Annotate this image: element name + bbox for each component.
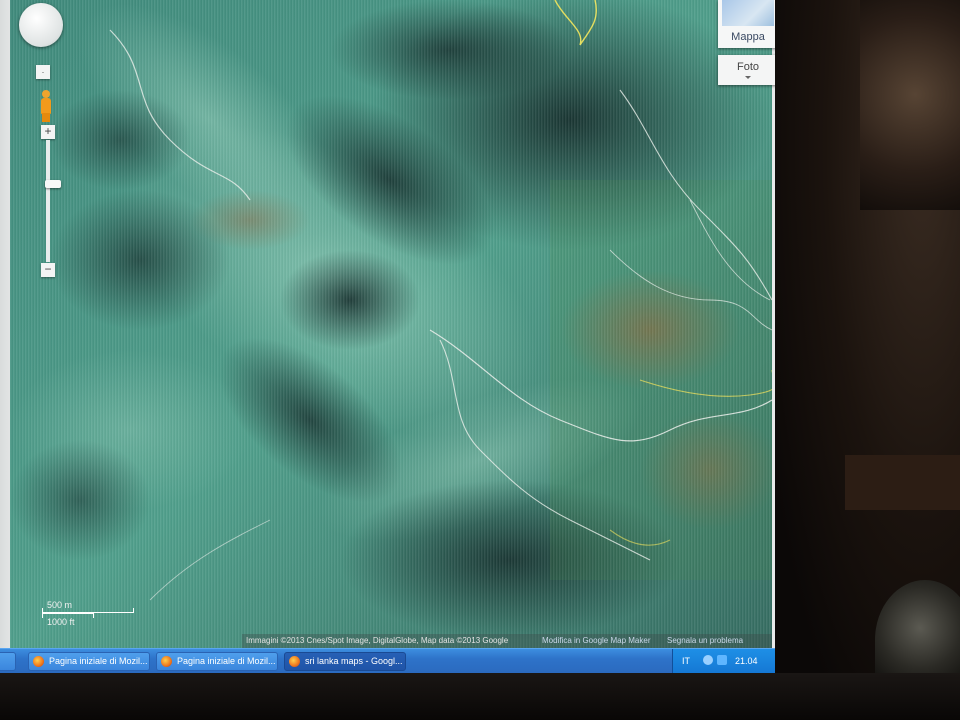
- satellite-map[interactable]: [10, 0, 772, 648]
- report-problem-link[interactable]: Segnala un problema: [667, 636, 743, 645]
- network-icon[interactable]: [703, 655, 713, 665]
- monitor-bezel: [0, 673, 960, 720]
- scale-imperial-label: 1000 ft: [47, 617, 75, 627]
- map-type-map-button[interactable]: Mappa: [718, 0, 775, 48]
- map-maker-link[interactable]: Modifica in Google Map Maker: [542, 636, 651, 645]
- map-type-map-label: Mappa: [731, 31, 765, 43]
- volume-icon[interactable]: [717, 655, 727, 665]
- zoom-out-button[interactable]: −: [41, 263, 55, 277]
- zoom-slider[interactable]: + −: [41, 125, 61, 277]
- taskbar-item-label: Pagina iniziale di Mozil...: [49, 656, 148, 666]
- pegman-street-view-icon[interactable]: [39, 90, 53, 122]
- clock[interactable]: 21.04: [735, 656, 758, 666]
- map-type-photo-label: Foto: [736, 61, 759, 73]
- taskbar-item-firefox[interactable]: Pagina iniziale di Mozil...: [28, 652, 150, 671]
- picture-frame: [860, 0, 960, 210]
- map-attribution: Immagini ©2013 Cnes/Spot Image, DigitalG…: [242, 634, 772, 648]
- taskbar-item-label: sri lanka maps - Googl...: [305, 656, 403, 666]
- map-type-photo-button[interactable]: Foto: [718, 55, 775, 85]
- zoom-track[interactable]: [45, 140, 61, 262]
- language-indicator[interactable]: IT: [682, 656, 690, 666]
- pan-up-icon[interactable]: [36, 5, 46, 15]
- rotate-control[interactable]: ·: [36, 65, 50, 79]
- imagery-credit: Immagini ©2013 Cnes/Spot Image, DigitalG…: [246, 636, 509, 645]
- taskbar-item[interactable]: [0, 652, 16, 671]
- firefox-icon: [33, 656, 44, 667]
- scale-bar: 500 m 1000 ft: [42, 600, 137, 630]
- taskbar-item-label: Pagina iniziale di Mozil...: [177, 656, 276, 666]
- pan-left-icon[interactable]: [21, 20, 31, 30]
- firefox-icon: [289, 656, 300, 667]
- pan-control[interactable]: [19, 3, 63, 47]
- taskbar-item-google-maps[interactable]: sri lanka maps - Googl...: [284, 652, 406, 671]
- pan-down-icon[interactable]: [36, 35, 46, 45]
- zoom-handle[interactable]: [45, 180, 61, 188]
- system-tray: IT 21.04: [672, 649, 775, 673]
- map-thumbnail-icon: [722, 0, 774, 26]
- monitor-screen: · + − Mappa Foto 500 m 1000 ft Immagini …: [0, 0, 775, 673]
- shelf: [845, 455, 960, 510]
- taskbar-item-firefox[interactable]: Pagina iniziale di Mozil...: [156, 652, 278, 671]
- zoom-in-button[interactable]: +: [41, 125, 55, 139]
- taskbar: Pagina iniziale di Mozil... Pagina inizi…: [0, 648, 775, 673]
- chevron-down-icon: [745, 76, 751, 82]
- firefox-icon: [161, 656, 172, 667]
- satellite-imagery: [10, 0, 772, 648]
- pan-right-icon[interactable]: [51, 20, 61, 30]
